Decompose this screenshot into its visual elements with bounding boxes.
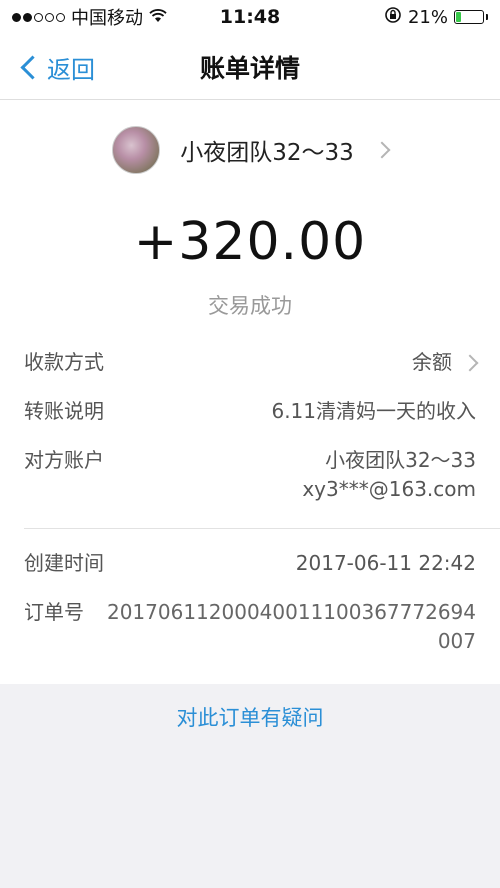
order-number-value: 20170611200040011100367772694007	[106, 600, 476, 653]
back-label: 返回	[47, 55, 95, 84]
wifi-icon	[149, 8, 167, 27]
counterparty-email: xy3***@163.com	[302, 477, 476, 501]
transfer-note-label: 转账说明	[24, 399, 104, 423]
back-button[interactable]: 返回	[18, 34, 95, 100]
battery-percent: 21%	[407, 6, 448, 28]
order-number-label: 订单号	[24, 600, 84, 624]
signal-icon	[12, 12, 65, 22]
created-time-row: 创建时间 2017-06-11 22:42	[24, 539, 476, 588]
transfer-note-row: 转账说明 6.11清清妈一天的收入	[24, 387, 476, 436]
payment-method-label: 收款方式	[24, 350, 104, 374]
chevron-right-icon	[373, 141, 391, 159]
bill-detail-card: 小夜团队32～33 +320.00 交易成功 收款方式 余额 转账说明 6.11…	[0, 100, 500, 684]
counterparty-account-value: 小夜团队32～33 xy3***@163.com	[302, 446, 476, 504]
navigation-bar: 账单详情 返回	[0, 34, 500, 100]
payee-row[interactable]: 小夜团队32～33	[0, 100, 500, 194]
counterparty-account-row: 对方账户 小夜团队32～33 xy3***@163.com	[24, 436, 476, 514]
carrier-label: 中国移动	[71, 8, 143, 29]
avatar	[112, 126, 161, 174]
order-info-list: 创建时间 2017-06-11 22:42 订单号 20170611200040…	[0, 539, 500, 684]
detail-list: 收款方式 余额 转账说明 6.11清清妈一天的收入 对方账户 小夜团队32～33…	[0, 338, 500, 514]
status-bar: 中国移动 11:48 21%	[0, 0, 500, 34]
created-time-label: 创建时间	[24, 551, 104, 575]
chevron-left-icon	[20, 54, 45, 80]
transaction-amount: +320.00	[133, 212, 367, 272]
clock-time: 11:48	[219, 6, 281, 28]
payment-method-row[interactable]: 收款方式 余额	[24, 338, 479, 387]
battery-fill	[456, 12, 461, 22]
counterparty-account-label: 对方账户	[24, 448, 104, 472]
order-number-row: 订单号 20170611200040011100367772694007	[24, 588, 476, 666]
status-left: 中国移动	[12, 4, 167, 30]
created-time-value: 2017-06-11 22:42	[295, 551, 476, 575]
chevron-right-icon	[461, 354, 479, 371]
battery-icon	[454, 10, 484, 24]
counterparty-name: 小夜团队32～33	[325, 448, 476, 472]
divider	[24, 528, 500, 529]
payee-name: 小夜团队32～33	[180, 140, 354, 166]
rotation-lock-icon	[384, 6, 402, 29]
order-question-link[interactable]: 对此订单有疑问	[0, 702, 500, 732]
transaction-status: 交易成功	[208, 294, 292, 318]
transfer-note-value: 6.11清清妈一天的收入	[271, 399, 476, 423]
payment-method-value-group: 余额	[412, 348, 479, 377]
payment-method-value: 余额	[412, 350, 452, 374]
status-right: 21%	[384, 6, 488, 29]
